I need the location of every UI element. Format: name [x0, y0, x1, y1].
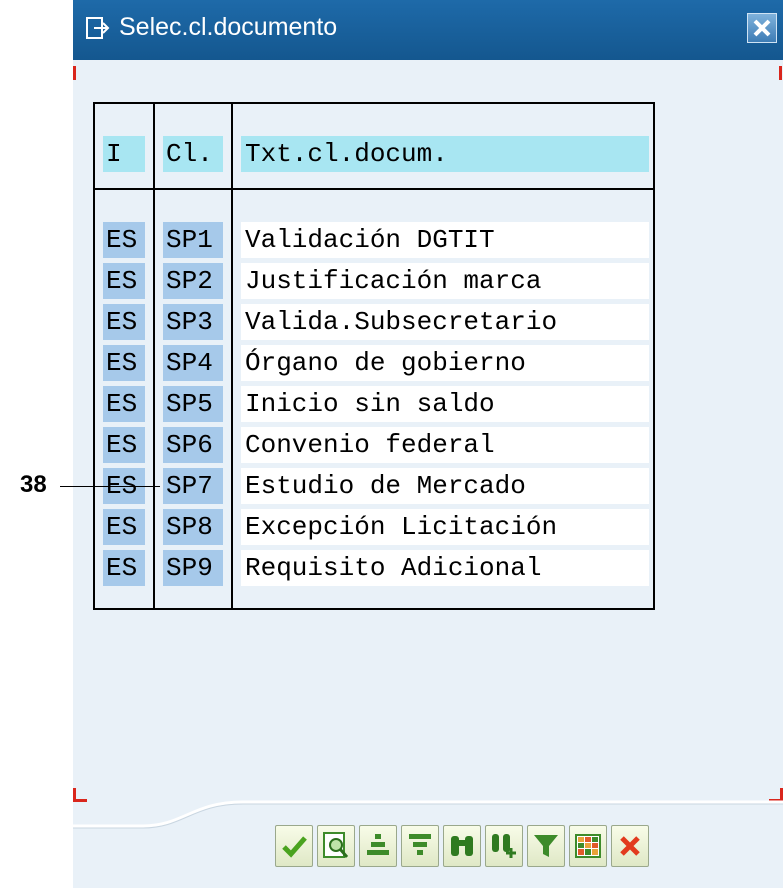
annotation-leader-line: [60, 486, 160, 487]
column-divider: [231, 104, 233, 608]
cell-class[interactable]: SP1: [163, 222, 223, 258]
document-class-table: I Cl. Txt.cl.docum. ES SP1 Validación DG…: [93, 102, 655, 610]
cell-text[interactable]: Excepción Licitación: [241, 509, 649, 545]
find-next-icon: [492, 834, 516, 858]
column-header-class[interactable]: Cl.: [163, 136, 223, 172]
column-header-language[interactable]: I: [103, 136, 145, 172]
title-bar: Selec.cl.documento: [73, 0, 783, 60]
cell-class[interactable]: SP2: [163, 263, 223, 299]
dialog-title: Selec.cl.documento: [119, 13, 338, 41]
corner-marker: [779, 66, 782, 80]
cell-text[interactable]: Valida.Subsecretario: [241, 304, 649, 340]
layout-grid-icon: [575, 834, 601, 858]
cell-text[interactable]: Requisito Adicional: [241, 550, 649, 586]
close-button[interactable]: [747, 13, 777, 43]
cell-class[interactable]: SP3: [163, 304, 223, 340]
layout-button[interactable]: [569, 825, 607, 867]
annotation-label: 38: [20, 471, 47, 498]
cell-language[interactable]: ES: [103, 386, 145, 422]
filter-icon: [534, 835, 558, 857]
preview-button[interactable]: [317, 825, 355, 867]
cell-class[interactable]: SP7: [163, 468, 223, 504]
column-header-text[interactable]: Txt.cl.docum.: [241, 136, 649, 172]
corner-marker: [73, 66, 76, 80]
sort-descending-icon: [409, 834, 431, 855]
cell-text[interactable]: Inicio sin saldo: [241, 386, 649, 422]
column-divider: [153, 104, 155, 608]
sort-ascending-button[interactable]: [359, 825, 397, 867]
confirm-button[interactable]: [275, 825, 313, 867]
cell-class[interactable]: SP9: [163, 550, 223, 586]
cell-text[interactable]: Órgano de gobierno: [241, 345, 649, 381]
dialog-window: Selec.cl.documento I Cl. Txt.cl.docum. E…: [73, 0, 783, 888]
dialog-icon: [86, 16, 110, 42]
cancel-button[interactable]: [611, 825, 649, 867]
header-divider: [95, 188, 653, 190]
cell-language[interactable]: ES: [103, 222, 145, 258]
checkmark-icon: [282, 836, 307, 858]
cell-text[interactable]: Estudio de Mercado: [241, 468, 649, 504]
preview-icon: [323, 832, 349, 858]
cancel-icon: [620, 836, 640, 856]
footer-divider: [73, 800, 783, 829]
close-icon: [753, 19, 771, 37]
cell-class[interactable]: SP4: [163, 345, 223, 381]
cell-language[interactable]: ES: [103, 550, 145, 586]
find-icon: [451, 836, 473, 856]
cell-class[interactable]: SP6: [163, 427, 223, 463]
filter-button[interactable]: [527, 825, 565, 867]
cell-language[interactable]: ES: [103, 263, 145, 299]
cell-class[interactable]: SP8: [163, 509, 223, 545]
find-next-button[interactable]: [485, 825, 523, 867]
cell-text[interactable]: Justificación marca: [241, 263, 649, 299]
sort-descending-button[interactable]: [401, 825, 439, 867]
cell-language[interactable]: ES: [103, 427, 145, 463]
cell-text[interactable]: Convenio federal: [241, 427, 649, 463]
cell-language[interactable]: ES: [103, 345, 145, 381]
cell-language[interactable]: ES: [103, 304, 145, 340]
cell-text[interactable]: Validación DGTIT: [241, 222, 649, 258]
find-button[interactable]: [443, 825, 481, 867]
sort-ascending-icon: [367, 834, 389, 855]
cell-language[interactable]: ES: [103, 509, 145, 545]
cell-class[interactable]: SP5: [163, 386, 223, 422]
